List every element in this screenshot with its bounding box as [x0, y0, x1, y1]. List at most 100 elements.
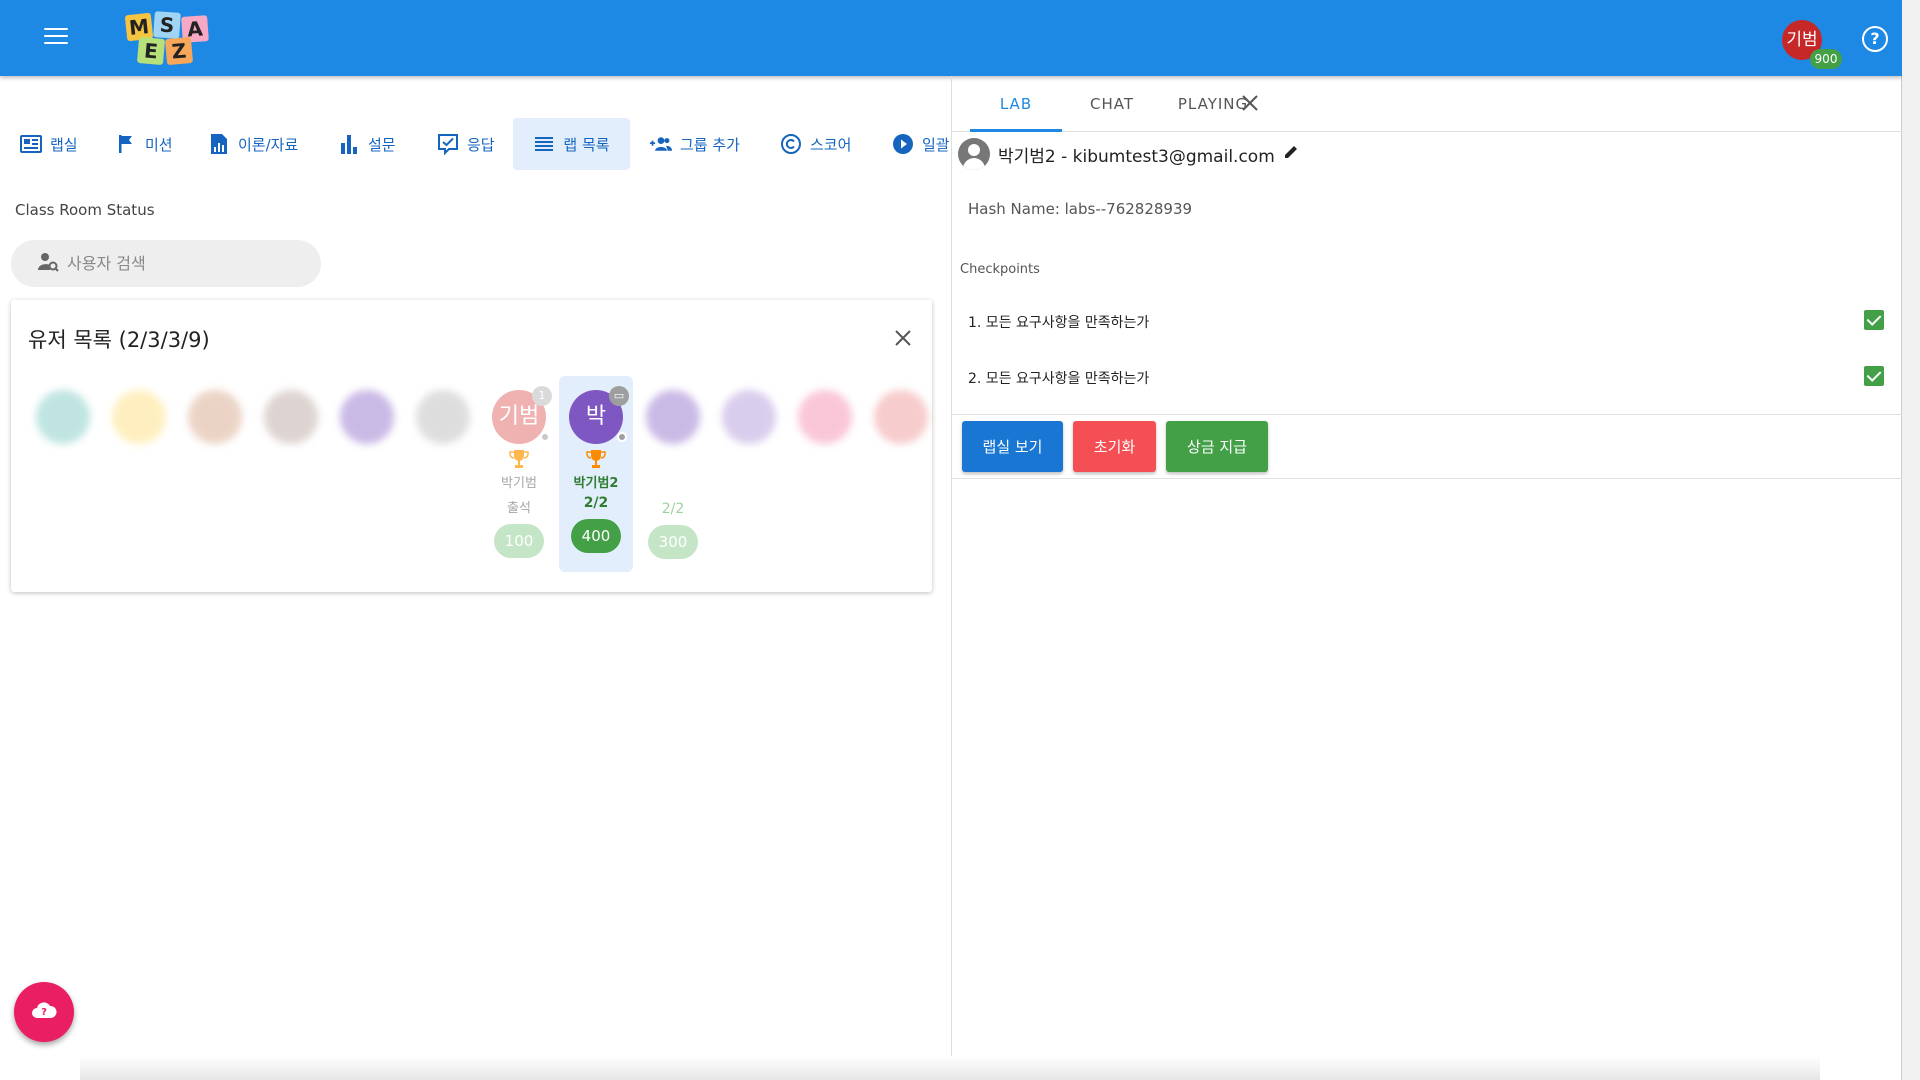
msaez-logo[interactable]: M S A E Z [122, 10, 214, 66]
user-list-card: 유저 목록 (2/3/3/9) 기범 1 박기범 출석 100 박 ▭ 박기범2… [11, 300, 932, 592]
toolbar-theory[interactable]: 이론/자료 [198, 118, 308, 170]
lab-icon [20, 133, 42, 155]
avatar: 박 ▭ [569, 386, 629, 444]
view-lab-button[interactable]: 랩실 보기 [962, 421, 1063, 472]
list-item[interactable] [330, 378, 404, 487]
toolbar-score[interactable]: 스코어 [770, 118, 861, 170]
progress-fraction: 2/2 [583, 495, 609, 511]
user-name [330, 472, 404, 487]
list-item-selected[interactable]: 박 ▭ 박기범2 2/2 400 [559, 376, 633, 572]
toolbar-label: 그룹 추가 [680, 135, 740, 154]
status-indicator [617, 432, 627, 442]
logo-tile: S [153, 11, 181, 39]
close-icon[interactable] [1240, 93, 1260, 113]
cloud-upload-button[interactable]: ? [14, 982, 74, 1042]
score-badge: 100 [494, 524, 544, 558]
trophy-icon [508, 448, 530, 470]
avatar [722, 390, 776, 444]
toolbar-label: 스코어 [810, 135, 852, 154]
toolbar-mission[interactable]: 미션 [105, 118, 183, 170]
checkpoint-label: 1. 모든 요구사항을 만족하는가 [968, 315, 1150, 331]
toolbar-survey[interactable]: 설문 [328, 118, 406, 170]
award-prize-button[interactable]: 상금 지급 [1166, 421, 1268, 472]
checkpoint-checkbox[interactable] [1864, 366, 1884, 386]
user-name [788, 472, 862, 487]
list-item[interactable]: 기범 1 박기범 출석 100 [482, 378, 556, 558]
user-identity: 박기범2 - kibumtest3@gmail.com [998, 146, 1275, 167]
menu-icon[interactable] [44, 28, 68, 46]
tab-chat[interactable]: CHAT [1064, 76, 1160, 132]
progress-fraction: 2/2 [661, 501, 685, 517]
list-item[interactable] [102, 378, 176, 487]
reset-button[interactable]: 초기화 [1073, 421, 1156, 472]
user-search-field[interactable] [11, 240, 321, 287]
list-item[interactable] [406, 378, 480, 487]
avatar [36, 390, 90, 444]
user-name: 박기범2 [573, 476, 619, 491]
toolbar-batch[interactable]: 일괄 [882, 118, 950, 170]
user-name [636, 480, 710, 495]
score-badge: 400 [571, 519, 621, 553]
avatar-initials: 박 [585, 404, 607, 429]
tab-lab[interactable]: LAB [970, 76, 1062, 132]
bottom-shadow [80, 1056, 1820, 1080]
panel-divider [951, 76, 952, 1080]
toolbar-label: 미션 [145, 135, 173, 154]
cloud-icon: ? [31, 1000, 57, 1024]
avatar: 기범 1 [492, 386, 552, 444]
avatar [646, 390, 700, 444]
logo-tile: Z [164, 36, 194, 66]
toolbar-label: 이론/자료 [238, 135, 299, 154]
person-search-icon [37, 251, 59, 277]
list-icon [533, 133, 555, 155]
avatar [340, 390, 394, 444]
toolbar-response[interactable]: 응답 [427, 118, 505, 170]
bar-chart-icon [338, 133, 360, 155]
list-item[interactable] [864, 378, 938, 487]
status-indicator [540, 432, 550, 442]
divider [952, 478, 1902, 479]
panel-tabs: LAB CHAT PLAYING [952, 76, 1902, 132]
account-circle-icon [958, 138, 990, 170]
checkpoint-checkbox[interactable] [1864, 310, 1884, 330]
monitor-badge-icon: ▭ [609, 386, 629, 406]
avatar [798, 390, 852, 444]
avatar [112, 390, 166, 444]
list-item[interactable] [254, 378, 328, 487]
toolbar-label: 설문 [368, 135, 396, 154]
toolbar-label: 일괄 [922, 135, 950, 154]
list-item[interactable] [788, 378, 862, 487]
edit-icon[interactable] [1283, 144, 1299, 165]
checkpoints-label: Checkpoints [960, 262, 1040, 277]
play-circle-icon [892, 133, 914, 155]
list-item[interactable] [26, 378, 100, 487]
user-search-input[interactable] [67, 254, 307, 273]
toolbar-label: 응답 [467, 135, 495, 154]
hash-name: Hash Name: labs--762828939 [968, 200, 1193, 218]
user-name [26, 472, 100, 487]
checkpoint-label: 2. 모든 요구사항을 만족하는가 [968, 371, 1150, 387]
logo-tile: E [136, 36, 166, 66]
selected-user-info: 박기범2 - kibumtest3@gmail.com [958, 138, 1299, 170]
group-add-icon [650, 133, 672, 155]
list-item[interactable] [712, 378, 786, 487]
list-item[interactable] [178, 378, 252, 487]
check-box-icon [437, 133, 459, 155]
points-badge: 900 [1810, 49, 1842, 69]
document-icon [208, 133, 230, 155]
notification-badge: 1 [532, 386, 552, 406]
flag-icon [115, 133, 137, 155]
avatar-initials: 기범 [498, 404, 540, 429]
list-item[interactable]: 2/2 300 [636, 378, 710, 559]
toolbar-label: 랩실 [50, 135, 78, 154]
toolbar-label: 랩 목록 [563, 135, 610, 154]
svg-text:?: ? [41, 1007, 47, 1018]
avatar [188, 390, 242, 444]
app-window: M S A E Z 기범 900 ? 랩실 미션 이론/자료 설문 응답 랩 목… [0, 0, 1902, 1080]
toolbar-lab[interactable]: 랩실 [10, 118, 88, 170]
scrollbar[interactable] [1902, 0, 1920, 1080]
toolbar-add-group[interactable]: 그룹 추가 [640, 118, 750, 170]
section-title: Class Room Status [15, 201, 155, 219]
toolbar-lab-list[interactable]: 랩 목록 [513, 118, 630, 170]
help-circle-icon[interactable]: ? [1862, 26, 1888, 52]
